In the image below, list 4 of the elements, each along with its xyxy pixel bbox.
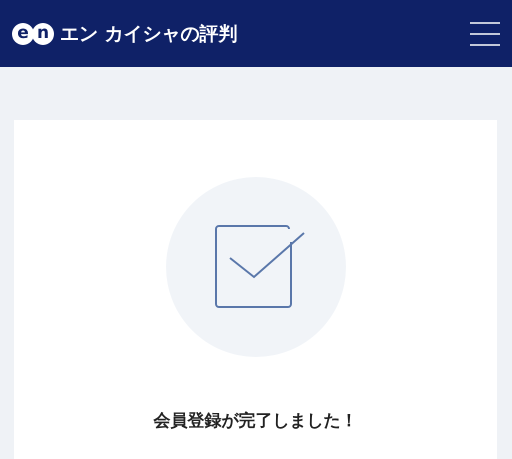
site-title: エン カイシャの評判 — [60, 22, 238, 46]
menu-icon[interactable] — [470, 22, 500, 46]
success-message: 会員登録が完了しました！ — [154, 410, 358, 432]
checkbox-icon — [214, 224, 306, 310]
